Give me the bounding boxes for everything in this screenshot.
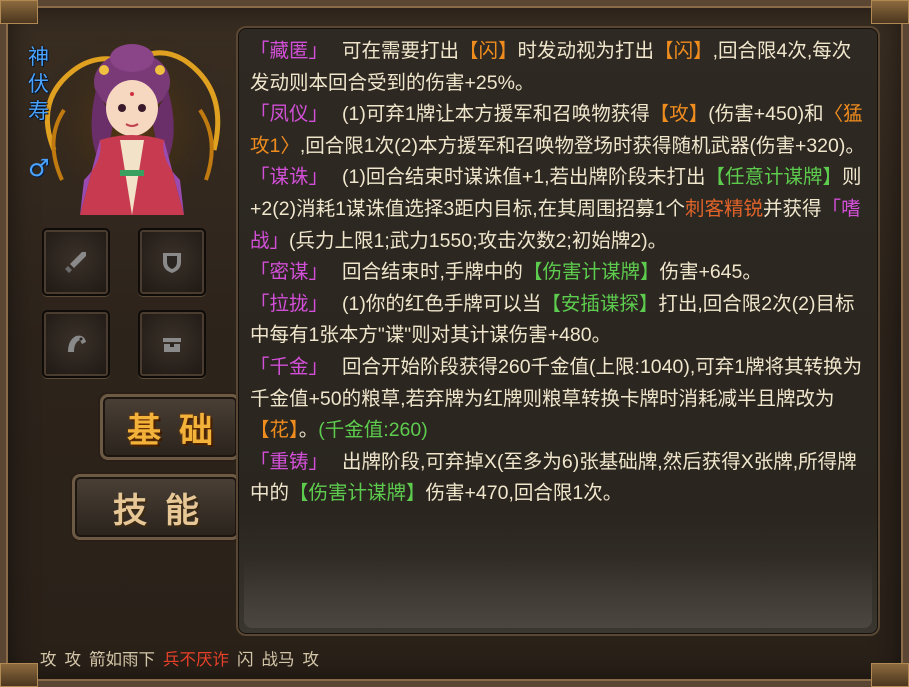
skill-text: 并获得 [763, 197, 822, 220]
skill-text: 伤害+470,回合限1次。 [425, 482, 623, 505]
tab-basic-label: 基础 [127, 410, 231, 451]
tab-basic[interactable]: 基础 [100, 394, 240, 460]
hand-card[interactable]: 攻 [303, 651, 320, 669]
hand-card[interactable]: 战马 [262, 651, 295, 669]
skill-name: 「拉拢」 [250, 292, 329, 315]
skill-text: (1)你的红色手牌可以当 [342, 292, 542, 315]
mount-slot[interactable] [42, 310, 110, 378]
hand-card[interactable]: 攻 [65, 651, 82, 669]
skill-entry: 「谋诛」 (1)回合结束时谋诛值+1,若出牌阶段未打出【任意计谋牌】则+2(2)消… [250, 162, 868, 257]
treasure-icon [163, 338, 181, 352]
skill-entry: 「藏匿」 可在需要打出【闪】时发动视为打出【闪】,回合限4次,每次发动则本回合受到… [250, 36, 868, 99]
hand-card[interactable]: 闪 [237, 651, 254, 669]
skill-text: (伤害+450)和 [708, 103, 824, 126]
skill-keyword: 【攻】 [649, 103, 709, 126]
skill-name: 「藏匿」 [250, 40, 329, 62]
treasure-slot[interactable] [138, 310, 206, 378]
skill-keyword: 【闪】 [654, 40, 713, 62]
skill-text: 回合开始阶段获得260千金值(上限:1040),可弃1牌将其转换为千金值+50的… [250, 355, 863, 410]
sword-icon [65, 252, 86, 273]
gender-icon: ♂ [28, 154, 50, 182]
hand-card[interactable]: 兵不厌诈 [163, 651, 229, 669]
tab-skill[interactable]: 技能 [72, 474, 240, 540]
skill-text: 可在需要打出 [342, 40, 460, 62]
frame-corner [871, 663, 909, 687]
skill-entry: 「凤仪」 (1)可弃1牌让本方援军和召唤物获得【攻】(伤害+450)和〈猛攻1〉,… [250, 99, 868, 162]
skill-name: 「千金」 [250, 355, 329, 378]
skill-text: (兵力上限1;武力1550;攻击次数2;初始牌2)。 [289, 229, 668, 252]
frame-corner [0, 0, 38, 24]
hand-card[interactable]: 攻 [40, 651, 57, 669]
skill-entry: 「千金」 回合开始阶段获得260千金值(上限:1040),可弃1牌将其转换为千金值… [250, 352, 868, 447]
hand-card-list: 攻攻箭如雨下 兵不厌诈闪战马攻 [40, 646, 327, 670]
hero-portrait [39, 30, 224, 220]
skill-entry: 「密谋」 回合结束时,手牌中的【伤害计谋牌】伤害+645。 [250, 257, 868, 289]
frame-corner [871, 0, 909, 24]
skill-text: 时发动视为打出 [517, 40, 655, 62]
skill-entry: 「重铸」 出牌阶段,可弃掉X(至多为6)张基础牌,然后获得X张牌,所得牌中的【伤害… [250, 447, 868, 510]
skill-keyword: 【伤害计谋牌】 [289, 482, 426, 505]
skill-keyword: 【安插谍探】 [541, 292, 659, 315]
skill-name: 「密谋」 [250, 261, 329, 284]
skill-text: (1)可弃1牌让本方援军和召唤物获得 [342, 103, 650, 126]
skill-entry: 「拉拢」 (1)你的红色手牌可以当【安插谍探】打出,回合限2次(2)目标中每有1张… [250, 289, 868, 352]
skill-name: 「谋诛」 [250, 166, 329, 189]
skill-text: 。 [298, 419, 319, 442]
skill-keyword: 【闪】 [459, 40, 518, 62]
frame-corner [0, 663, 38, 687]
skill-keyword: 【花】 [250, 419, 299, 442]
horse-icon [68, 335, 86, 352]
skill-text: (1)回合结束时谋诛值+1,若出牌阶段未打出 [342, 166, 706, 189]
tab-skill-label: 技能 [113, 490, 217, 531]
skill-keyword: (千金值:260) [318, 419, 428, 442]
weapon-slot[interactable] [42, 228, 110, 296]
skill-name: 「重铸」 [250, 450, 329, 473]
hero-name: 神伏寿 [28, 45, 49, 123]
skill-text: ,回合限1次(2)本方援军和召唤物登场时获得随机武器(伤害+320)。 [299, 134, 865, 157]
skill-list: 「藏匿」 可在需要打出【闪】时发动视为打出【闪】,回合限4次,每次发动则本回合受到… [250, 36, 868, 510]
skill-keyword: 【任意计谋牌】 [705, 166, 843, 189]
skill-text: 回合结束时,手牌中的 [342, 261, 523, 284]
armor-slot[interactable] [138, 228, 206, 296]
skill-name: 「凤仪」 [250, 103, 329, 126]
skill-keyword: 【伤害计谋牌】 [522, 261, 660, 284]
hand-card[interactable]: 箭如雨下 [89, 651, 155, 669]
skill-text: 伤害+645。 [659, 261, 762, 284]
shield-icon [163, 253, 181, 273]
skill-keyword: 刺客精锐 [685, 197, 764, 220]
